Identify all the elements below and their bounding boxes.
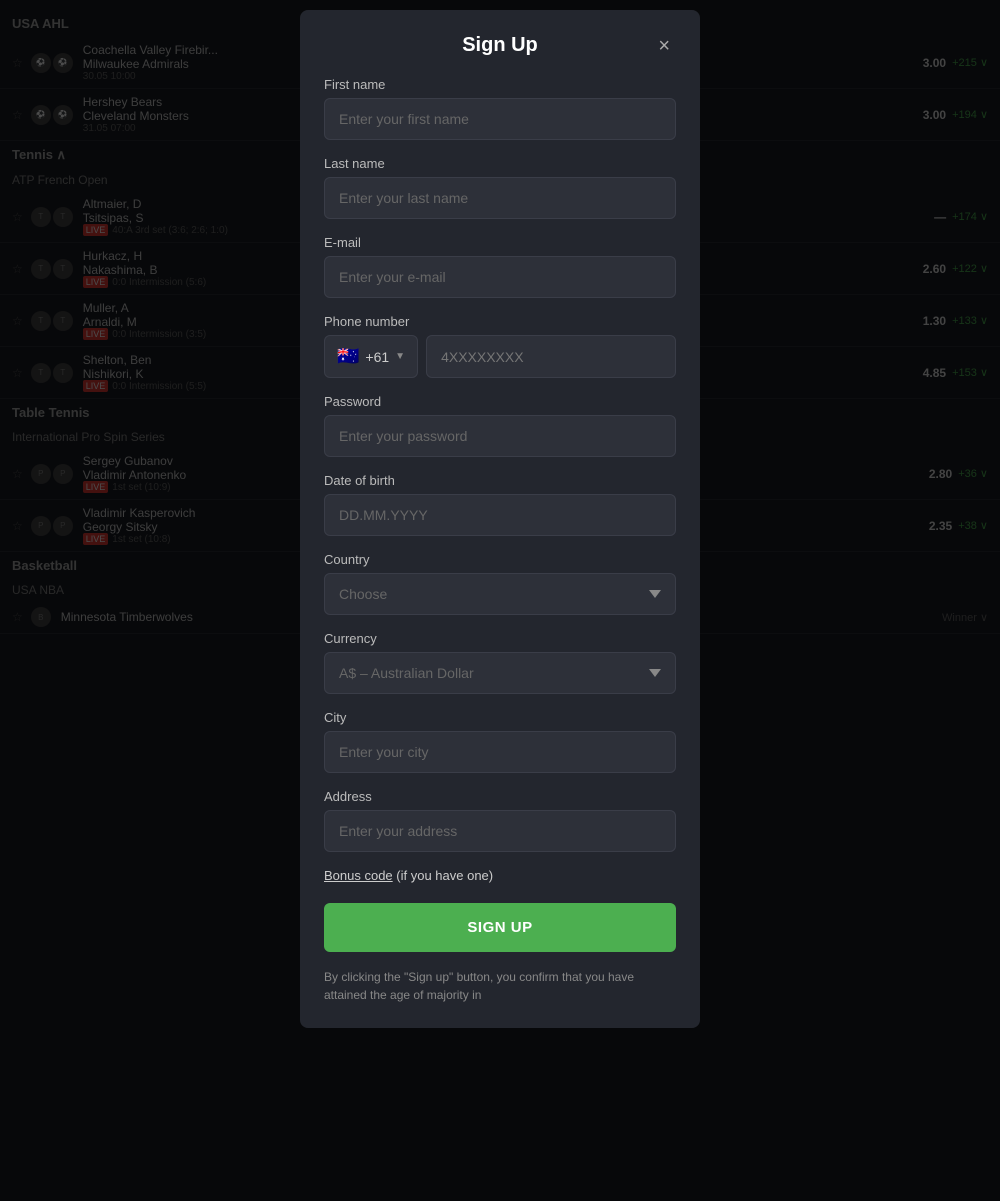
first-name-label: First name: [324, 77, 676, 92]
country-select[interactable]: Choose Australia United States United Ki…: [324, 573, 676, 615]
country-label: Country: [324, 552, 676, 567]
address-label: Address: [324, 789, 676, 804]
city-group: City: [324, 710, 676, 773]
currency-group: Currency A$ – Australian Dollar US Dolla…: [324, 631, 676, 694]
email-group: E-mail: [324, 235, 676, 298]
bonus-code-suffix: (if you have one): [393, 868, 493, 883]
password-group: Password: [324, 394, 676, 457]
address-group: Address: [324, 789, 676, 852]
last-name-label: Last name: [324, 156, 676, 171]
signup-modal: Sign Up × First name Last name E-mail Ph…: [300, 10, 700, 1028]
phone-number-input[interactable]: [426, 335, 676, 378]
password-input[interactable]: [324, 415, 676, 457]
city-input[interactable]: [324, 731, 676, 773]
phone-label: Phone number: [324, 314, 676, 329]
australia-flag-icon: 🇦🇺: [337, 346, 359, 367]
modal-overlay: Sign Up × First name Last name E-mail Ph…: [0, 0, 1000, 1201]
city-label: City: [324, 710, 676, 725]
last-name-group: Last name: [324, 156, 676, 219]
bonus-code-row: Bonus code (if you have one): [324, 868, 676, 883]
phone-group: Phone number 🇦🇺 +61 ▼: [324, 314, 676, 378]
dob-group: Date of birth: [324, 473, 676, 536]
first-name-input[interactable]: [324, 98, 676, 140]
dob-label: Date of birth: [324, 473, 676, 488]
signup-button[interactable]: SIGN UP: [324, 903, 676, 952]
terms-text: By clicking the "Sign up" button, you co…: [324, 968, 676, 1004]
last-name-input[interactable]: [324, 177, 676, 219]
chevron-down-icon: ▼: [395, 351, 405, 362]
dob-input[interactable]: [324, 494, 676, 536]
phone-code: +61: [365, 349, 389, 365]
modal-title: Sign Up: [462, 34, 538, 57]
currency-label: Currency: [324, 631, 676, 646]
password-label: Password: [324, 394, 676, 409]
email-input[interactable]: [324, 256, 676, 298]
bonus-code-link[interactable]: Bonus code: [324, 868, 393, 883]
address-input[interactable]: [324, 810, 676, 852]
country-group: Country Choose Australia United States U…: [324, 552, 676, 615]
phone-row: 🇦🇺 +61 ▼: [324, 335, 676, 378]
email-label: E-mail: [324, 235, 676, 250]
first-name-group: First name: [324, 77, 676, 140]
currency-select[interactable]: A$ – Australian Dollar US Dollar Euro: [324, 652, 676, 694]
phone-country-selector[interactable]: 🇦🇺 +61 ▼: [324, 335, 418, 378]
close-button[interactable]: ×: [652, 34, 676, 58]
modal-header: Sign Up ×: [324, 34, 676, 57]
